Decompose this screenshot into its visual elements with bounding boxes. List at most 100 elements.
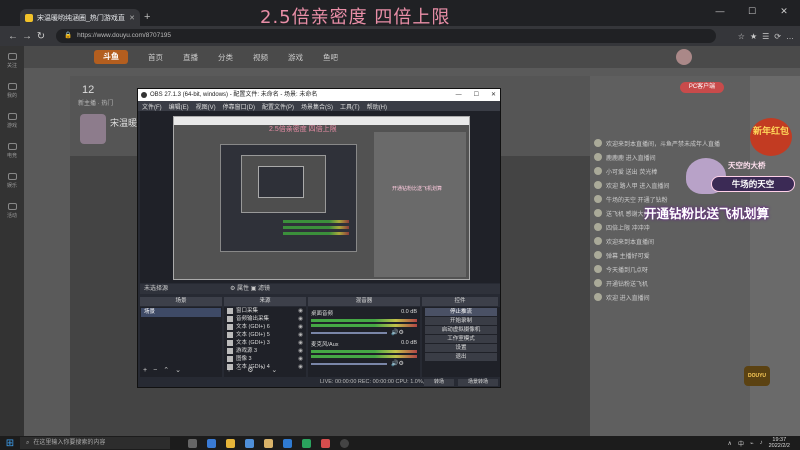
- nav-fishbar[interactable]: 鱼吧: [323, 52, 338, 63]
- anchor-avatar[interactable]: [80, 114, 106, 144]
- task-view-icon[interactable]: [188, 438, 197, 448]
- close-button[interactable]: ✕: [768, 0, 800, 22]
- back-button[interactable]: ←: [6, 31, 20, 42]
- tab-close-icon[interactable]: ✕: [129, 14, 135, 22]
- scene-transition-button[interactable]: 场景转场: [458, 379, 498, 386]
- move-up-button[interactable]: ⌃: [163, 366, 169, 374]
- rail-item-entertainment[interactable]: 娱乐: [0, 166, 24, 196]
- maximize-button[interactable]: ☐: [736, 0, 768, 22]
- studio-mode-button[interactable]: 工作室模式: [425, 335, 497, 343]
- douyu-logo[interactable]: 斗鱼: [94, 50, 128, 64]
- source-item[interactable]: 窗口采集 ◉: [224, 307, 306, 315]
- move-up-button[interactable]: ⌃: [259, 366, 265, 374]
- windows-start-icon[interactable]: ⊞: [0, 438, 20, 449]
- obs-menu-scene-collection[interactable]: 场景集合(S): [301, 102, 333, 111]
- forward-button[interactable]: →: [20, 31, 34, 42]
- remove-source-button[interactable]: −: [237, 367, 241, 374]
- minimize-button[interactable]: —: [704, 0, 736, 22]
- obs-menu-edit[interactable]: 编辑(E): [169, 102, 189, 111]
- add-source-button[interactable]: +: [227, 367, 231, 374]
- obs-menu-file[interactable]: 文件(F): [142, 102, 162, 111]
- source-item[interactable]: 文本 (GDI+) 3 ◉: [224, 339, 306, 347]
- more-icon[interactable]: …: [786, 32, 794, 41]
- add-scene-button[interactable]: +: [143, 367, 147, 374]
- source-item[interactable]: 文本 (GDI+) 5 ◉: [224, 331, 306, 339]
- ime-indicator[interactable]: 中: [738, 439, 744, 448]
- favorites-icon[interactable]: ★: [750, 32, 757, 41]
- obs-menu-view[interactable]: 视图(V): [196, 102, 216, 111]
- move-down-button[interactable]: ⌄: [271, 366, 277, 374]
- bookmark-star-icon[interactable]: ☆: [738, 32, 745, 41]
- eye-icon[interactable]: ◉: [298, 323, 303, 331]
- eye-icon[interactable]: ◉: [298, 331, 303, 339]
- source-item[interactable]: 图像 3 ◉: [224, 355, 306, 363]
- rail-item-follow[interactable]: 关注: [0, 46, 24, 76]
- new-tab-button[interactable]: +: [144, 11, 150, 23]
- collections-icon[interactable]: ☰: [762, 32, 769, 41]
- user-avatar[interactable]: [676, 49, 692, 65]
- source-settings-icon[interactable]: ⚙: [247, 366, 253, 374]
- rail-item-esports[interactable]: 电竞: [0, 136, 24, 166]
- obs-menu-docks[interactable]: 停靠窗口(D): [223, 102, 255, 111]
- transition-button[interactable]: 转场: [424, 379, 454, 386]
- edge-icon[interactable]: [207, 438, 216, 448]
- nav-category[interactable]: 分类: [218, 52, 233, 63]
- speaker-gear-icon[interactable]: 🔊⚙: [391, 360, 404, 367]
- nav-game[interactable]: 游戏: [288, 52, 303, 63]
- obs-taskbar-icon[interactable]: [340, 438, 349, 448]
- file-explorer-icon[interactable]: [226, 438, 235, 448]
- eye-icon[interactable]: ◉: [298, 355, 303, 363]
- pc-client-button[interactable]: PC客户端: [680, 82, 724, 93]
- reload-button[interactable]: ↻: [34, 31, 48, 42]
- move-down-button[interactable]: ⌄: [175, 366, 181, 374]
- app-icon[interactable]: [321, 438, 330, 448]
- stop-streaming-button[interactable]: 停止推流: [425, 308, 497, 316]
- sync-icon[interactable]: ⟳: [774, 32, 781, 41]
- controls-dock-header: 控件: [422, 297, 498, 306]
- speaker-gear-icon[interactable]: 🔊⚙: [391, 329, 404, 336]
- obs-menu-tools[interactable]: 工具(T): [340, 102, 360, 111]
- nav-live[interactable]: 直播: [183, 52, 198, 63]
- obs-menu-profile[interactable]: 配置文件(P): [262, 102, 294, 111]
- scene-item[interactable]: 场景: [141, 308, 221, 317]
- rail-item-mine[interactable]: 我的: [0, 76, 24, 106]
- start-recording-button[interactable]: 开始录制: [425, 317, 497, 325]
- settings-button[interactable]: 设置: [425, 344, 497, 352]
- obs-preview[interactable]: 2.5倍亲密度 四倍上限 开通钻粉比送飞机划算: [140, 111, 500, 283]
- obs-minimize-button[interactable]: —: [456, 89, 462, 101]
- eye-icon[interactable]: ◉: [298, 307, 303, 315]
- rail-item-events[interactable]: 活动: [0, 196, 24, 226]
- eye-icon[interactable]: ◉: [298, 363, 303, 371]
- app-icon[interactable]: [302, 438, 311, 448]
- obs-menu-help[interactable]: 帮助(H): [367, 102, 387, 111]
- exit-button[interactable]: 退出: [425, 353, 497, 361]
- vtuber-name-tag: 牛场的天空: [711, 176, 795, 192]
- volume-slider[interactable]: [311, 363, 387, 365]
- virtual-camera-button[interactable]: 启动虚拟摄像机: [425, 326, 497, 334]
- remove-scene-button[interactable]: −: [153, 367, 157, 374]
- taskbar-search[interactable]: ⌕ 在这里输入你要搜索的内容: [20, 437, 170, 449]
- browser-tab[interactable]: 宋温暖哟纯涵圈_热门游戏直播 ✕: [20, 9, 140, 26]
- store-icon[interactable]: [245, 438, 254, 448]
- douyu-favicon-icon: [25, 13, 33, 22]
- folder-icon[interactable]: [264, 438, 273, 448]
- properties-filters-buttons[interactable]: ⚙ 属性 ▣ 滤镜: [230, 284, 270, 294]
- eye-icon[interactable]: ◉: [298, 315, 303, 323]
- nav-home[interactable]: 首页: [148, 52, 163, 63]
- tray-expand-icon[interactable]: ∧: [728, 440, 732, 447]
- nav-video[interactable]: 视频: [253, 52, 268, 63]
- app-icon[interactable]: [283, 438, 292, 448]
- obs-maximize-button[interactable]: ☐: [474, 89, 479, 101]
- taskbar-clock[interactable]: 19:37 2022/2/2: [769, 437, 790, 449]
- source-item[interactable]: 游戏源 3 ◉: [224, 347, 306, 355]
- network-icon[interactable]: ⌁: [750, 440, 754, 447]
- volume-icon[interactable]: ♪: [760, 440, 763, 446]
- obs-close-button[interactable]: ✕: [491, 89, 496, 101]
- source-item[interactable]: 文本 (GDI+) 6 ◉: [224, 323, 306, 331]
- rail-item-games[interactable]: 游戏: [0, 106, 24, 136]
- eye-icon[interactable]: ◉: [298, 339, 303, 347]
- source-item[interactable]: 音频输出采集 ◉: [224, 315, 306, 323]
- eye-icon[interactable]: ◉: [298, 347, 303, 355]
- volume-slider[interactable]: [311, 332, 387, 334]
- address-bar[interactable]: 🔒 https://www.douyu.com/8707195: [56, 29, 716, 43]
